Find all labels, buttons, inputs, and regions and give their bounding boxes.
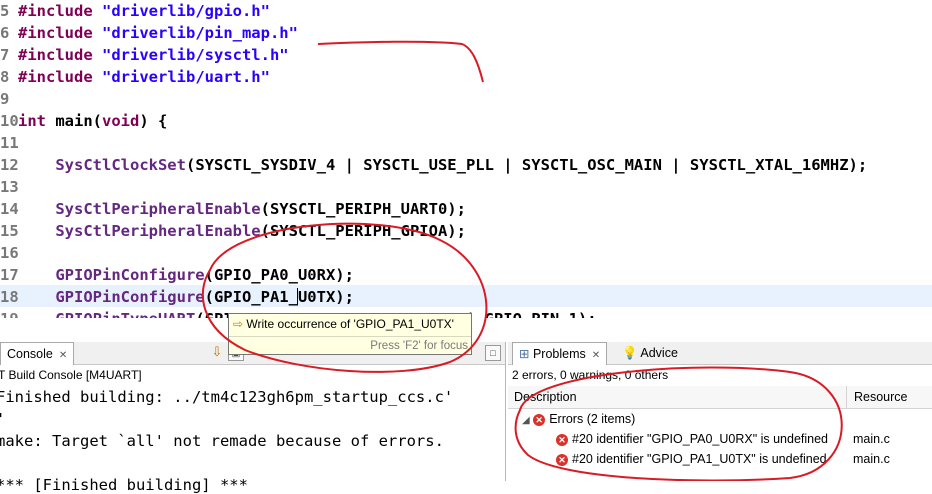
close-icon[interactable]: ✕ xyxy=(592,350,600,361)
line-number: 9 xyxy=(0,90,10,108)
close-icon[interactable]: ✕ xyxy=(59,350,67,361)
console-line: make: Target `all' not remade because of… xyxy=(0,432,444,450)
code-text: SysCtlPeripheralEnable(SYSCTL_PERIPH_UAR… xyxy=(55,200,466,218)
code-text: int main(void) { xyxy=(18,112,168,130)
problems-header: ⊞ Problems ✕ 💡 Advice xyxy=(508,342,932,365)
problem-description: ✕ #20 identifier "GPIO_PA0_U0RX" is undef… xyxy=(556,429,828,449)
line-number: 15 xyxy=(0,222,19,240)
problem-resource: main.c xyxy=(853,432,890,446)
error-group-row[interactable]: ◢ ✕ Errors (2 items) xyxy=(522,409,932,429)
line-number: 10 xyxy=(0,112,19,130)
console-title: T Build Console [M4UART] xyxy=(0,368,142,382)
code-text: GPIOPinConfigure(GPIO_PA1_U0TX); xyxy=(55,288,354,306)
code-text: GPIOPinConfigure(GPIO_PA0_U0RX); xyxy=(55,266,354,284)
code-editor[interactable]: 5 #include "driverlib/gpio.h" 6 #include "d… xyxy=(0,0,932,318)
line-number: 16 xyxy=(0,244,19,262)
line-number: 5 xyxy=(0,2,10,20)
code-text: SysCtlPeripheralEnable(SYSCTL_PERIPH_GPI… xyxy=(55,222,466,240)
problem-row[interactable]: ✕ #20 identifier "GPIO_PA0_U0RX" is undef… xyxy=(508,429,932,449)
line-number: 8 xyxy=(0,68,10,86)
line-number: 19 xyxy=(0,308,19,318)
line-number: 12 xyxy=(0,156,19,174)
line-number: 6 xyxy=(0,24,10,42)
tab-advice[interactable]: 💡 Advice xyxy=(616,342,684,364)
tab-console-label: Console xyxy=(7,347,53,361)
console-line: ' xyxy=(0,410,5,428)
code-text: #include "driverlib/pin_map.h" xyxy=(18,24,298,42)
problems-icon: ⊞ xyxy=(519,347,530,361)
code-text: #include "driverlib/gpio.h" xyxy=(18,2,270,20)
pin-icon[interactable]: ⇩ xyxy=(210,345,224,359)
code-text: #include "driverlib/uart.h" xyxy=(18,68,270,86)
collapse-icon[interactable]: ◢ xyxy=(522,415,530,426)
line-number: 7 xyxy=(0,46,10,64)
problems-panel: ⊞ Problems ✕ 💡 Advice 2 errors, 0 warning… xyxy=(508,342,932,481)
column-description[interactable]: Description xyxy=(508,386,847,408)
console-line: *** [Finished building] *** xyxy=(0,476,248,494)
problems-table-header: Description Resource xyxy=(508,386,932,409)
problem-resource: main.c xyxy=(853,452,890,466)
tab-problems[interactable]: ⊞ Problems ✕ xyxy=(512,342,608,365)
code-text: #include "driverlib/sysctl.h" xyxy=(18,46,289,64)
error-icon: ✕ xyxy=(533,413,546,426)
arrow-icon: ⇨ xyxy=(233,317,244,331)
line-number: 11 xyxy=(0,134,19,152)
column-resource[interactable]: Resource xyxy=(848,386,932,408)
text-caret xyxy=(297,288,298,305)
tooltip-divider xyxy=(229,336,471,337)
maximize-icon[interactable]: □ xyxy=(485,345,501,361)
lightbulb-icon: 💡 xyxy=(622,346,638,360)
tooltip-hint: Press 'F2' for focus xyxy=(370,340,468,352)
tab-problems-label: Problems xyxy=(532,347,586,361)
problem-row[interactable]: ✕ #20 identifier "GPIO_PA1_U0TX" is undef… xyxy=(508,449,932,469)
tooltip-text: Write occurrence of 'GPIO_PA1_U0TX' xyxy=(246,317,454,331)
problems-summary: 2 errors, 0 warnings, 0 others xyxy=(512,368,669,382)
error-icon: ✕ xyxy=(556,433,568,446)
error-group-label: Errors (2 items) xyxy=(549,412,636,426)
line-number: 13 xyxy=(0,178,19,196)
line-number: 18 xyxy=(0,288,19,306)
tab-advice-label: Advice xyxy=(640,346,678,360)
problem-description: ✕ #20 identifier "GPIO_PA1_U0TX" is undef… xyxy=(556,449,827,469)
error-icon: ✕ xyxy=(556,453,568,466)
tab-console[interactable]: Console ✕ xyxy=(0,342,75,365)
code-text: SysCtlClockSet(SYSCTL_SYSDIV_4 | SYSCTL_… xyxy=(55,156,868,174)
console-line: Finished building: ../tm4c123gh6pm_start… xyxy=(0,388,454,406)
occurrence-tooltip: ⇨ Write occurrence of 'GPIO_PA1_U0TX' Pr… xyxy=(228,313,472,355)
line-number: 17 xyxy=(0,266,19,284)
line-number: 14 xyxy=(0,200,19,218)
console-panel: Console✕ ⇩ ▣ □ T Build Console [M4UART] … xyxy=(0,342,506,494)
